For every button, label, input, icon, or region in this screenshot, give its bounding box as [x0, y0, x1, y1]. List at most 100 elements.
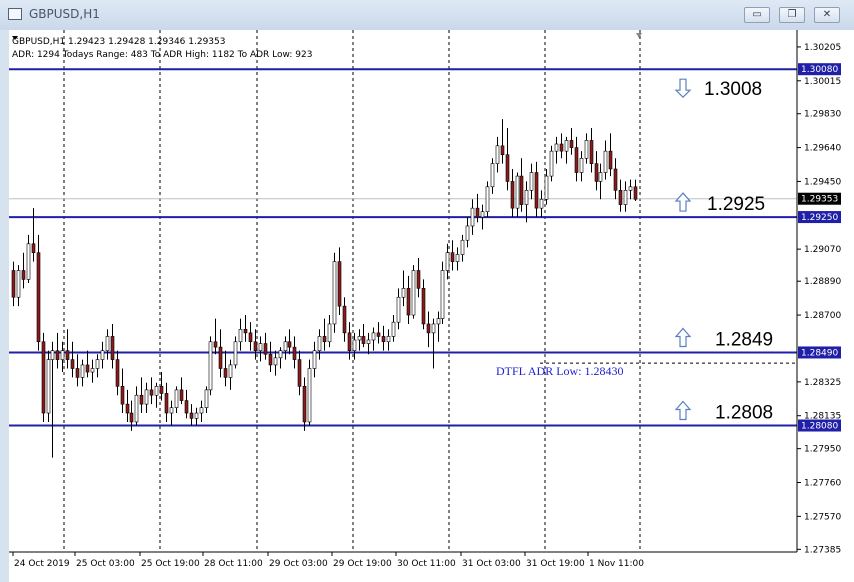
candle-body [302, 386, 307, 423]
time-label-3: 28 Oct 11:00 [204, 559, 263, 569]
candle-body [11, 270, 16, 298]
candle-body [80, 364, 85, 378]
restore-icon: ❐ [787, 9, 797, 20]
candle-body [149, 389, 154, 396]
candle-body [243, 329, 248, 334]
candle-body [317, 336, 322, 351]
candle-body [322, 336, 327, 343]
candle-body [307, 368, 312, 423]
candle-body [579, 157, 584, 173]
candle-body [85, 364, 90, 373]
candle-body [342, 305, 347, 334]
chart-area[interactable]: DTFL ADR Low: 1.28430 1.3008 1.2925 1.2849… [9, 30, 854, 582]
candle-body [115, 359, 120, 387]
candle-body [95, 359, 100, 369]
time-label-4: 29 Oct 03:00 [269, 559, 328, 569]
candle-body [608, 150, 613, 170]
symbol-line: GBPUSD,H1 1.29423 1.29428 1.29346 1.2935… [12, 37, 225, 47]
candle-body [584, 140, 589, 159]
candle-body [297, 359, 302, 387]
close-icon: ✕ [822, 9, 832, 20]
candle-body [352, 339, 357, 351]
candle-body [510, 181, 515, 209]
price-label-6: 1.28890 [804, 277, 841, 287]
candle-body [204, 389, 209, 408]
price-label-5: 1.29070 [804, 245, 841, 255]
terminal-window: GBPUSD,H1 ▭ ❐ ✕ DTFL ADR Low: 1.28430 1.… [0, 0, 854, 582]
candle-body [90, 368, 95, 373]
candle-body [70, 359, 75, 369]
candle-body [278, 350, 283, 359]
time-label-9: 1 Nov 11:00 [589, 559, 644, 569]
candle-body [238, 329, 243, 343]
chart-background [9, 30, 854, 582]
candle-body [559, 143, 564, 152]
candle-body [416, 270, 421, 289]
candle-body [105, 336, 110, 351]
candle-body [268, 353, 273, 366]
candle-body [357, 336, 362, 341]
price-label-2: 1.29830 [804, 110, 841, 120]
candle-body [174, 389, 179, 408]
level-label-3: 1.2808 [715, 403, 773, 424]
current-price-tag-text: 1.29353 [801, 195, 838, 205]
time-label-1: 25 Oct 03:00 [76, 559, 135, 569]
candle-body [327, 323, 332, 343]
candle-body [213, 341, 218, 348]
candle-body [134, 394, 139, 423]
candle-body [129, 412, 134, 423]
candle-body [381, 336, 386, 343]
candle-body [534, 172, 539, 209]
candle-body [495, 145, 500, 164]
candle-body [436, 318, 441, 325]
level-tag-text-3: 1.28080 [801, 422, 838, 432]
candle-body [594, 163, 599, 182]
candle-body [455, 254, 460, 262]
window-titlebar[interactable]: GBPUSD,H1 ▭ ❐ ✕ [0, 0, 854, 30]
candle-body [144, 389, 149, 405]
candle-body [460, 239, 465, 255]
candle-body [445, 252, 450, 271]
candle-body [248, 332, 253, 343]
close-button[interactable]: ✕ [814, 7, 840, 23]
candle-body [589, 140, 594, 164]
candle-body [633, 186, 638, 200]
price-label-4: 1.29450 [804, 177, 841, 187]
minimize-button[interactable]: ▭ [744, 7, 770, 23]
candle-body [65, 350, 70, 360]
time-label-8: 31 Oct 19:00 [526, 559, 585, 569]
candle-body [406, 288, 411, 316]
candle-body [125, 403, 130, 414]
candle-body [46, 359, 51, 414]
adr-info-line: ADR: 1294 Todays Range: 483 To ADR High:… [12, 50, 312, 60]
candle-body [396, 296, 401, 323]
restore-button[interactable]: ❐ [779, 7, 805, 23]
price-chart[interactable]: DTFL ADR Low: 1.28430 1.3008 1.2925 1.2849… [9, 30, 854, 582]
candle-body [628, 186, 633, 191]
price-label-0: 1.30205 [804, 43, 841, 53]
candle-body [26, 243, 31, 280]
candle-body [31, 243, 36, 253]
time-label-0: 24 Oct 2019 [14, 559, 70, 569]
candle-body [529, 172, 534, 191]
candle-body [613, 168, 618, 191]
candle-body [36, 252, 41, 343]
candle-body [337, 261, 342, 307]
candle-body [598, 172, 603, 182]
price-label-7: 1.28700 [804, 311, 841, 321]
price-label-3: 1.29640 [804, 144, 841, 154]
time-label-6: 30 Oct 11:00 [397, 559, 456, 569]
candle-body [179, 389, 184, 401]
price-label-8: 1.28325 [804, 378, 841, 388]
candle-body [223, 368, 228, 378]
window-title: GBPUSD,H1 [29, 7, 100, 21]
candle-body [41, 341, 46, 414]
level-tag-text-2: 1.28490 [801, 348, 838, 358]
candle-body [169, 407, 174, 414]
price-label-11: 1.27760 [804, 479, 841, 489]
level-tag-text-0: 1.30080 [801, 65, 838, 75]
time-label-5: 29 Oct 19:00 [333, 559, 392, 569]
candle-body [110, 336, 115, 360]
candle-body [332, 261, 337, 325]
candle-body [431, 323, 436, 334]
